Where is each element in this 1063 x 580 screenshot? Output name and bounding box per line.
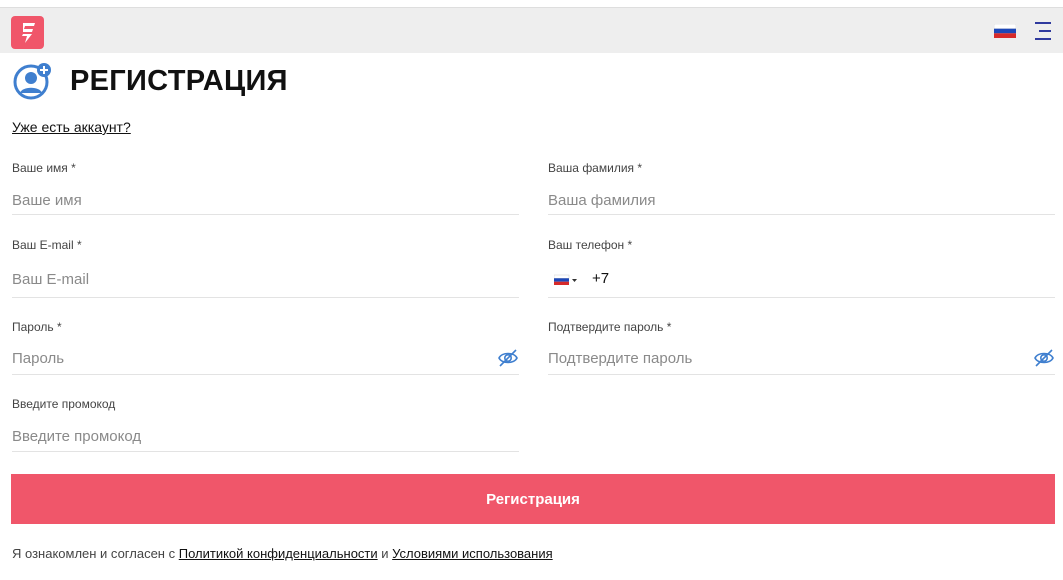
promo-underline [12,451,519,452]
last-name-label: Ваша фамилия * [548,161,643,175]
privacy-policy-link[interactable]: Политикой конфиденциальности [179,546,378,561]
consent-prefix: Я ознакомлен и согласен с [12,546,176,561]
top-strip [0,0,1063,7]
eye-off-icon[interactable] [1033,348,1055,368]
phone-underline [548,297,1055,298]
register-button[interactable]: Регистрация [11,474,1055,524]
phone-label: Ваш телефон * [548,238,633,252]
promo-field: Введите промокод [12,397,519,453]
password-input[interactable] [12,347,482,369]
page-title: РЕГИСТРАЦИЯ [70,64,288,97]
login-link[interactable]: Уже есть аккаунт? [12,119,131,135]
email-input[interactable] [12,268,519,290]
first-name-field: Ваше имя * [12,161,519,217]
password-confirm-label: Подтвердите пароль * [548,320,672,334]
password-underline [12,374,519,375]
terms-of-use-link[interactable]: Условиями использования [392,546,553,561]
email-label: Ваш E-mail * [12,238,82,252]
password-field: Пароль * [12,320,519,376]
consent-text: Я ознакомлен и согласен с Политикой конф… [12,546,553,561]
phone-country-code: +7 [592,270,610,287]
user-plus-icon [12,61,52,101]
last-name-field: Ваша фамилия * [548,161,1055,217]
promo-label: Введите промокод [12,397,116,411]
phone-field: Ваш телефон * +7 [548,238,1055,300]
password-label: Пароль * [12,320,62,334]
email-underline [12,297,519,298]
last-name-underline [548,214,1055,215]
email-field: Ваш E-mail * [12,238,519,300]
promo-input[interactable] [12,425,519,447]
top-header [0,7,1063,53]
first-name-underline [12,214,519,215]
logo-icon[interactable] [11,16,44,49]
first-name-label: Ваше имя * [12,161,76,175]
first-name-input[interactable] [12,189,519,211]
menu-icon[interactable] [1033,20,1053,42]
phone-country-select[interactable] [554,274,582,286]
russia-flag-icon [554,274,577,285]
last-name-input[interactable] [548,189,1055,211]
phone-input[interactable] [618,268,1048,290]
password-confirm-underline [548,374,1055,375]
password-confirm-input[interactable] [548,347,1018,369]
consent-conjunction: и [381,546,389,561]
password-confirm-field: Подтвердите пароль * [548,320,1055,376]
eye-off-icon[interactable] [497,348,519,368]
russia-flag-icon[interactable] [993,23,1017,38]
title-row: РЕГИСТРАЦИЯ [12,61,288,101]
